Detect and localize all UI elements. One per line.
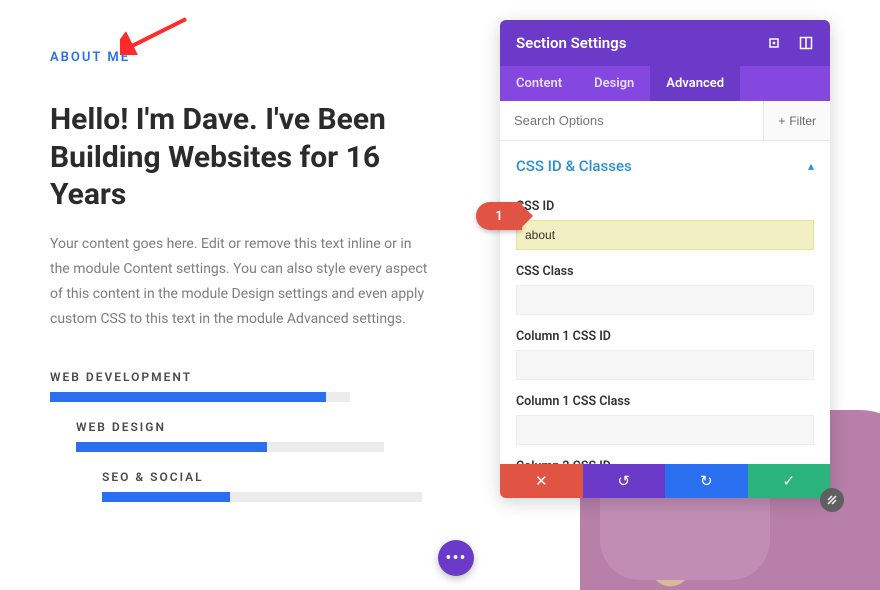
section-settings-panel: Section Settings Content Design Advanced…	[500, 20, 830, 498]
snap-icon[interactable]	[798, 35, 814, 51]
panel-tabs: Content Design Advanced	[500, 66, 830, 101]
group-title: CSS ID & Classes	[516, 157, 632, 175]
skill-item[interactable]: WEB DESIGN	[76, 420, 430, 452]
redo-icon: ↻	[700, 472, 713, 490]
skill-item[interactable]: SEO & SOCIAL	[102, 470, 430, 502]
field-label: Column 1 CSS ID	[516, 329, 814, 344]
undo-button[interactable]: ↺	[583, 464, 666, 498]
skill-label: SEO & SOCIAL	[102, 470, 430, 484]
save-button[interactable]: ✓	[748, 464, 831, 498]
skill-bar-track	[50, 392, 350, 402]
css-id-input[interactable]	[516, 220, 814, 250]
skill-bar-track	[102, 492, 422, 502]
section-eyebrow: ABOUT ME	[50, 50, 430, 65]
plus-icon: +	[778, 114, 785, 128]
skill-bar-fill	[102, 492, 230, 502]
section-description[interactable]: Your content goes here. Edit or remove t…	[50, 232, 430, 333]
tab-design[interactable]: Design	[578, 66, 650, 101]
redo-button[interactable]: ↻	[665, 464, 748, 498]
panel-search-row: + Filter	[500, 101, 830, 141]
panel-footer: ✕ ↺ ↻ ✓	[500, 464, 830, 498]
chevron-up-icon: ▴	[808, 159, 814, 173]
skill-item[interactable]: WEB DEVELOPMENT	[50, 370, 430, 402]
panel-title: Section Settings	[516, 34, 626, 52]
tab-content[interactable]: Content	[500, 66, 578, 101]
tab-advanced[interactable]: Advanced	[650, 66, 740, 101]
skill-label: WEB DEVELOPMENT	[50, 370, 430, 384]
field-label: CSS ID	[516, 199, 814, 214]
skill-bar-fill	[76, 442, 267, 452]
search-input[interactable]	[500, 101, 763, 140]
css-class-input[interactable]	[516, 285, 814, 315]
resize-handle[interactable]	[820, 488, 844, 512]
group-header[interactable]: CSS ID & Classes ▴	[516, 153, 814, 185]
cancel-button[interactable]: ✕	[500, 464, 583, 498]
expand-icon[interactable]	[766, 35, 782, 51]
column1-css-class-input[interactable]	[516, 415, 814, 445]
about-section: ABOUT ME Hello! I'm Dave. I've Been Buil…	[0, 0, 430, 502]
field-label: Column 1 CSS Class	[516, 394, 814, 409]
skill-bar-track	[76, 442, 384, 452]
column1-css-id-input[interactable]	[516, 350, 814, 380]
check-icon: ✓	[782, 472, 795, 490]
skill-bars: WEB DEVELOPMENT WEB DESIGN SEO & SOCIAL	[50, 370, 430, 502]
panel-body: CSS ID & Classes ▴ CSS ID CSS Class Colu…	[500, 141, 830, 464]
more-icon: •••	[445, 548, 466, 569]
builder-fab[interactable]: •••	[438, 540, 474, 576]
undo-icon: ↺	[617, 472, 630, 490]
annotation-marker-1: 1	[476, 202, 522, 230]
section-heading[interactable]: Hello! I'm Dave. I've Been Building Webs…	[50, 101, 430, 214]
panel-header[interactable]: Section Settings	[500, 20, 830, 66]
field-label: CSS Class	[516, 264, 814, 279]
skill-bar-fill	[50, 392, 326, 402]
filter-button[interactable]: + Filter	[763, 101, 830, 140]
filter-label: Filter	[789, 114, 816, 128]
close-icon: ✕	[535, 472, 548, 490]
skill-label: WEB DESIGN	[76, 420, 430, 434]
